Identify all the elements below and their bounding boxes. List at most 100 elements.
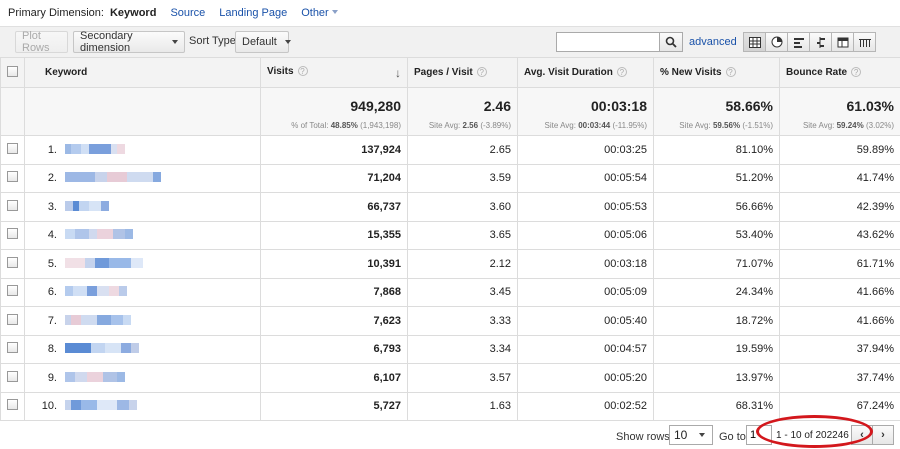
dimension-other-label: Other xyxy=(301,7,329,19)
chevron-down-icon xyxy=(284,40,291,44)
bounce-rate-cell: 59.89% xyxy=(779,135,900,165)
table-row: 2. 71,204 3.59 00:05:54 51.20% 41.74% xyxy=(0,163,900,193)
help-icon[interactable]: ? xyxy=(616,67,627,77)
keyword-link-redacted[interactable] xyxy=(65,200,109,213)
chevron-down-icon xyxy=(172,40,178,44)
header-pages-label: Pages / Visit xyxy=(414,67,473,78)
term-cloud-view-button[interactable] xyxy=(853,32,876,52)
visits-cell: 6,107 xyxy=(260,363,408,393)
keyword-link-redacted[interactable] xyxy=(65,343,139,355)
keyword-cell: 7. xyxy=(24,306,261,336)
sort-type-dropdown[interactable]: Default xyxy=(235,31,291,53)
keyword-link-redacted[interactable] xyxy=(65,257,143,270)
totals-pages-sub: Site Avg: 2.56 (-3.89%) xyxy=(428,121,511,130)
view-switcher xyxy=(743,32,876,52)
row-checkbox[interactable] xyxy=(7,313,18,325)
keyword-cell: 8. xyxy=(24,334,261,364)
secondary-dimension-dropdown[interactable]: Secondary dimension xyxy=(73,30,185,54)
dimension-keyword[interactable]: Keyword xyxy=(110,7,156,19)
help-icon[interactable]: ? xyxy=(297,65,308,76)
table-header-row: Keyword Visits? ↓ Pages / Visit? Avg. Vis… xyxy=(0,57,900,88)
dimension-source[interactable]: Source xyxy=(170,7,205,19)
keyword-link-redacted[interactable] xyxy=(65,400,137,412)
pages-per-visit-cell: 1.63 xyxy=(407,391,518,421)
row-checkbox[interactable] xyxy=(7,228,18,240)
advanced-filter-link[interactable]: advanced xyxy=(689,36,737,48)
table-search-input[interactable] xyxy=(556,32,660,52)
dimension-landing-page[interactable]: Landing Page xyxy=(219,7,287,19)
header-visits-label: Visits xyxy=(267,65,294,77)
row-number: 8. xyxy=(47,343,57,356)
row-checkbox[interactable] xyxy=(7,256,18,268)
totals-duration: 00:03:18 Site Avg: 00:03:44 (-11.95%) xyxy=(517,87,654,136)
search-button[interactable] xyxy=(659,32,683,52)
performance-view-button[interactable] xyxy=(787,32,810,52)
totals-empty-cell xyxy=(0,87,25,136)
pages-per-visit-cell: 3.65 xyxy=(407,220,518,250)
keyword-link-redacted[interactable] xyxy=(65,286,127,298)
new-visits-cell: 24.34% xyxy=(653,277,780,307)
header-avg-visit-duration[interactable]: Avg. Visit Duration? xyxy=(517,57,654,88)
term-cloud-view-icon xyxy=(858,38,871,47)
keyword-cell: 10. xyxy=(24,391,261,421)
prev-page-button[interactable]: ‹ xyxy=(851,425,873,445)
bounce-rate-cell: 67.24% xyxy=(779,391,900,421)
next-page-button[interactable]: › xyxy=(872,425,894,445)
new-visits-cell: 19.59% xyxy=(653,334,780,364)
pie-view-button[interactable] xyxy=(765,32,788,52)
primary-dimension-bar: Primary Dimension: Keyword Source Landin… xyxy=(0,0,900,26)
keyword-cell: 4. xyxy=(24,220,261,250)
row-checkbox[interactable] xyxy=(7,171,18,183)
keyword-link-redacted[interactable] xyxy=(65,172,161,184)
help-icon[interactable]: ? xyxy=(851,67,862,77)
header-new-visits[interactable]: % New Visits? xyxy=(653,57,780,88)
totals-duration-value: 00:03:18 xyxy=(590,98,647,114)
table-view-button[interactable] xyxy=(743,32,766,52)
performance-view-icon xyxy=(793,37,804,48)
row-select-cell xyxy=(0,192,25,222)
dimension-other-dropdown[interactable]: Other xyxy=(301,7,338,19)
keyword-link-redacted[interactable] xyxy=(65,143,125,156)
plot-rows-button[interactable]: Plot Rows xyxy=(15,30,68,54)
new-visits-cell: 71.07% xyxy=(653,249,780,279)
new-visits-cell: 56.66% xyxy=(653,192,780,222)
keyword-cell: 6. xyxy=(24,277,261,307)
goto-input[interactable] xyxy=(746,425,772,445)
select-all-checkbox[interactable] xyxy=(7,65,18,77)
keyword-link-redacted[interactable] xyxy=(65,371,125,384)
show-rows-value: 10 xyxy=(674,428,688,442)
avg-visit-duration-cell: 00:05:06 xyxy=(517,220,654,250)
pivot-view-icon xyxy=(837,37,848,47)
row-checkbox[interactable] xyxy=(7,142,18,154)
row-select-cell xyxy=(0,220,25,250)
header-pages-per-visit[interactable]: Pages / Visit? xyxy=(407,57,518,88)
help-icon[interactable]: ? xyxy=(476,67,487,77)
keyword-link-redacted[interactable] xyxy=(65,229,133,241)
table-row: 4. 15,355 3.65 00:05:06 53.40% 43.62% xyxy=(0,220,900,250)
row-checkbox[interactable] xyxy=(7,399,18,411)
row-checkbox[interactable] xyxy=(7,199,18,211)
comparison-view-button[interactable] xyxy=(809,32,832,52)
help-icon[interactable]: ? xyxy=(725,67,736,77)
row-checkbox[interactable] xyxy=(7,342,18,354)
header-keyword[interactable]: Keyword xyxy=(24,57,261,88)
table-view-icon xyxy=(748,36,761,48)
header-bounce-rate[interactable]: Bounce Rate? xyxy=(779,57,900,88)
keyword-cell: 3. xyxy=(24,192,261,222)
pivot-view-button[interactable] xyxy=(831,32,854,52)
visits-cell: 71,204 xyxy=(260,163,408,193)
avg-visit-duration-cell: 00:05:54 xyxy=(517,163,654,193)
row-checkbox[interactable] xyxy=(7,370,18,382)
totals-duration-sub: Site Avg: 00:03:44 (-11.95%) xyxy=(544,121,647,130)
visits-cell: 7,868 xyxy=(260,277,408,307)
show-rows-select[interactable]: 10 xyxy=(669,425,713,445)
prev-page-icon: ‹ xyxy=(860,429,864,441)
sort-desc-icon: ↓ xyxy=(395,65,401,80)
row-select-cell xyxy=(0,277,25,307)
keyword-link-redacted[interactable] xyxy=(65,314,131,327)
header-visits[interactable]: Visits? ↓ xyxy=(260,57,408,88)
table-row: 7. 7,623 3.33 00:05:40 18.72% 41.66% xyxy=(0,306,900,336)
row-checkbox[interactable] xyxy=(7,285,18,297)
chevron-down-icon xyxy=(699,433,706,437)
select-all-cell xyxy=(0,57,25,88)
